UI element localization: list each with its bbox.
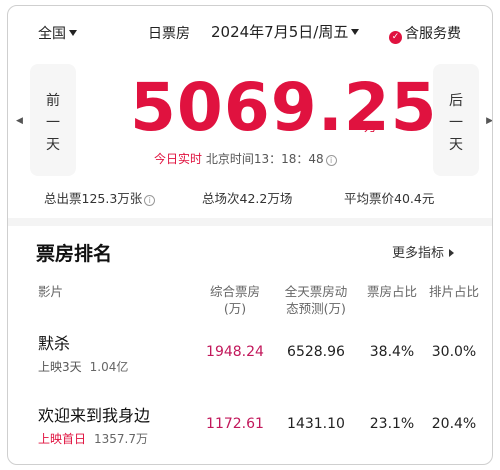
next-day-char: 天 [449, 137, 463, 153]
box-office-cell: 1948.24 [206, 344, 264, 360]
film-release-info: 上映3天 1.04亿 [38, 358, 128, 375]
region-label: 全国 [38, 26, 66, 42]
cumulative-box-office: 1.04亿 [89, 360, 129, 374]
more-metrics-button[interactable]: 更多指标 [392, 242, 455, 261]
realtime-line: 今日实时 北京时间13：18：48 i [154, 150, 337, 167]
chevron-right-icon: ▶ [486, 116, 493, 126]
next-day-char: 一 [449, 115, 463, 131]
tickets-info-icon[interactable]: i [144, 195, 156, 206]
film-name: 欢迎来到我身边 [38, 406, 151, 425]
column-header-film[interactable]: 影片 [38, 283, 63, 300]
next-day-char: 后 [449, 93, 463, 109]
header-line: 综合票房 [209, 284, 260, 299]
service-fee-label: 含服务费 [405, 26, 461, 42]
caret-down-icon [351, 29, 360, 35]
check-circle-icon: ✓ [389, 31, 402, 44]
header-line: (万) [223, 301, 247, 316]
film-release-info: 上映首日 1357.7万 [38, 430, 148, 447]
total-shows-stat: 总场次42.2万场 [202, 191, 293, 206]
release-days: 上映首日 [38, 432, 87, 446]
caret-right-icon [449, 249, 455, 257]
ranking-title: 票房排名 [36, 243, 113, 265]
realtime-label: 今日实时 [154, 152, 203, 166]
total-tickets-text: 总出票125.3万张 [44, 191, 143, 206]
header-line: 全天票房动 [284, 284, 348, 299]
prediction-cell: 6528.96 [287, 344, 345, 360]
table-row[interactable]: 欢迎来到我身边 上映首日 1357.7万 1172.61 1431.10 23.1… [8, 398, 492, 454]
prev-day-char: 天 [46, 137, 60, 153]
table-row[interactable]: 默杀 上映3天 1.04亿 1948.24 6528.96 38.4% 30.0% [8, 326, 492, 382]
column-header-box-share[interactable]: 票房占比 [362, 283, 422, 300]
box-share-cell: 38.4% [369, 344, 415, 360]
header-line: 态预测(万) [286, 301, 346, 316]
box-office-cell: 1172.61 [206, 416, 264, 432]
release-days: 上映3天 [38, 360, 82, 374]
film-name: 默杀 [38, 334, 71, 353]
avg-price-stat: 平均票价40.4元 [344, 191, 435, 206]
next-day-button[interactable]: ▶ 后 一 天 [433, 64, 492, 176]
schedule-share-cell: 20.4% [431, 416, 477, 432]
box-office-panel: 全国 日票房 2024年7月5日/周五 ✓ 含服务费 ◀ 前 一 天 5069.2… [7, 5, 493, 465]
column-header-schedule-share[interactable]: 排片占比 [424, 283, 484, 300]
more-metrics-label: 更多指标 [392, 246, 445, 261]
top-bar: 全国 日票房 2024年7月5日/周五 ✓ 含服务费 [8, 6, 492, 54]
mode-label[interactable]: 日票房 [148, 23, 190, 43]
total-tickets-stat: 总出票125.3万张 i [44, 188, 156, 207]
beijing-clock: 北京时间13：18：48 [205, 152, 324, 166]
prev-day-button[interactable]: ◀ 前 一 天 [16, 64, 76, 176]
section-divider [8, 218, 492, 226]
service-fee-toggle[interactable]: ✓ 含服务费 [389, 23, 461, 44]
chevron-left-icon: ◀ [16, 116, 23, 126]
date-selector[interactable]: 2024年7月5日/周五 [211, 21, 360, 42]
region-selector[interactable]: 全国 [38, 23, 77, 43]
table-header: 影片 综合票房 (万) 全天票房动 态预测(万) 票房占比 排片占比 [8, 278, 492, 318]
prediction-cell: 1431.10 [287, 416, 345, 432]
summary-stats: 总出票125.3万张 i 总场次42.2万场 平均票价40.4元 [8, 184, 492, 210]
schedule-share-cell: 30.0% [431, 344, 477, 360]
column-header-prediction[interactable]: 全天票房动 态预测(万) [274, 283, 358, 317]
box-share-cell: 23.1% [369, 416, 415, 432]
clock-info-icon[interactable]: i [325, 155, 337, 166]
date-label: 2024年7月5日/周五 [211, 23, 349, 41]
prev-day-char: 前 [46, 93, 60, 109]
prev-day-char: 一 [46, 115, 60, 131]
caret-down-icon [69, 30, 77, 36]
cumulative-box-office: 1357.7万 [94, 432, 149, 446]
total-box-office-value: 5069.25 [130, 69, 438, 146]
column-header-box-office[interactable]: 综合票房 (万) [200, 283, 270, 317]
box-office-unit: 万 [364, 120, 378, 135]
